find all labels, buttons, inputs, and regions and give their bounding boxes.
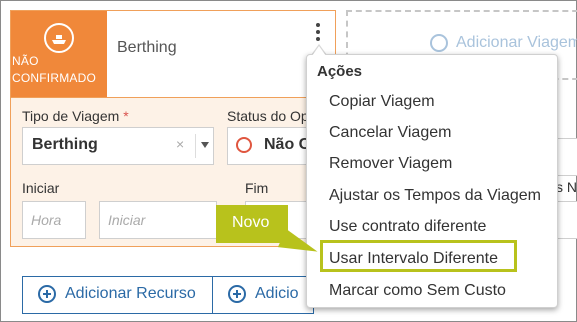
menu-item-different-contract[interactable]: Use contrato diferente: [329, 218, 486, 236]
plus-circle-icon: [228, 285, 246, 303]
extra-field-input[interactable]: [556, 138, 577, 176]
trip-type-label: Tipo de Viagem *: [22, 108, 129, 124]
actions-menu: Ações Copiar Viagem Cancelar Viagem Remo…: [306, 54, 558, 308]
add-resource-button[interactable]: Adicionar Recurso: [22, 276, 214, 314]
menu-item-copy-trip[interactable]: Copiar Viagem: [329, 93, 435, 111]
plus-circle-icon: [38, 285, 56, 303]
menu-item-remove-trip[interactable]: Remover Viagem: [329, 155, 452, 173]
new-callout: Novo: [216, 205, 288, 243]
status-label: NÃO CONFIRMADO: [12, 54, 96, 85]
start-date-input[interactable]: Iniciar: [99, 201, 217, 239]
more-actions-icon[interactable]: [310, 22, 326, 42]
add-trip-label: Adicionar Viagem: [456, 34, 577, 51]
menu-item-cancel-trip[interactable]: Cancelar Viagem: [329, 124, 451, 142]
trip-type-value: Berthing: [32, 136, 98, 153]
menu-arrow-inner: [312, 46, 326, 56]
menu-item-no-cost[interactable]: Marcar como Sem Custo: [329, 282, 506, 300]
add-trip-plus-icon: [430, 34, 448, 52]
trip-title: Berthing: [117, 39, 177, 56]
ship-icon: [44, 23, 74, 53]
start-label: Iniciar: [22, 180, 60, 196]
callout-label: Novo: [232, 214, 270, 231]
menu-item-different-interval[interactable]: Usar Intervalo Diferente: [329, 250, 498, 268]
extra-field-input-2[interactable]: [556, 201, 577, 239]
add-second-button[interactable]: Adicio: [212, 276, 314, 314]
status-box: NÃO CONFIRMADO: [11, 11, 107, 97]
select-divider: [195, 134, 196, 158]
extra-field-label: s N: [556, 179, 577, 195]
status-circle-icon: [236, 137, 252, 153]
clear-icon[interactable]: ×: [176, 136, 184, 152]
chevron-down-icon[interactable]: [201, 142, 209, 148]
menu-title: Ações: [317, 63, 363, 80]
trip-type-select[interactable]: Berthing ×: [22, 127, 214, 165]
trip-card-header: NÃO CONFIRMADO Berthing: [11, 11, 335, 98]
menu-item-adjust-times[interactable]: Ajustar os Tempos da Viagem: [329, 187, 541, 205]
end-label: Fim: [245, 180, 269, 196]
op-status-value: Não C: [264, 136, 311, 153]
op-status-label: Status do Op: [227, 108, 309, 124]
start-hour-input[interactable]: Hora: [22, 201, 86, 239]
